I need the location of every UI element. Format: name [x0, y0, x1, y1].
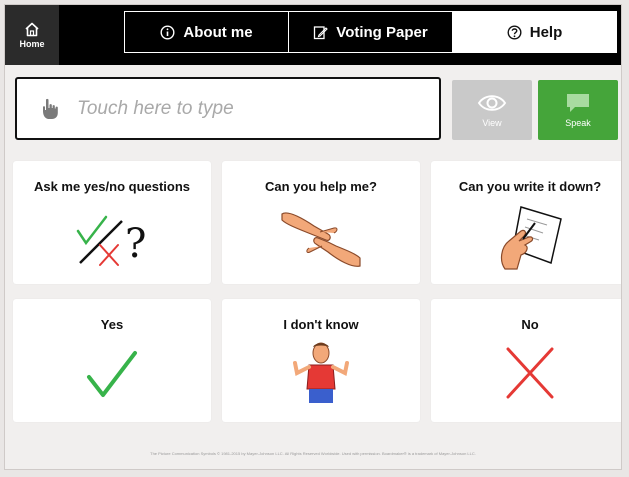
view-button[interactable]: View	[452, 80, 532, 140]
yes-no-question-icon: ?	[76, 215, 146, 267]
copyright-footer: The Picture Communication Symbols © 1981…	[150, 451, 476, 456]
eye-icon	[477, 94, 507, 111]
info-icon	[160, 24, 175, 40]
input-row: Touch here to type View Speak	[15, 77, 618, 145]
home-button[interactable]: Home	[5, 5, 59, 65]
tab-voting-paper-label: Voting Paper	[336, 23, 428, 41]
top-nav-bar: Home About me Voting Paper Help	[5, 5, 621, 65]
card-yes[interactable]: Yes	[13, 299, 211, 422]
card-no[interactable]: No	[431, 299, 621, 422]
writing-hand-icon	[500, 206, 562, 270]
card-label: Ask me yes/no questions	[33, 179, 191, 194]
tab-about-me-label: About me	[183, 23, 253, 41]
tab-bar: About me Voting Paper Help	[124, 11, 617, 53]
svg-text:?: ?	[125, 221, 146, 267]
helping-hands-icon	[281, 212, 361, 267]
home-label: Home	[19, 38, 45, 49]
text-input-box[interactable]: Touch here to type	[15, 77, 441, 140]
home-icon	[25, 22, 39, 36]
card-yes-no-questions[interactable]: Ask me yes/no questions ?	[13, 161, 211, 284]
card-label: I don't know	[283, 317, 359, 332]
tab-help-label: Help	[529, 23, 563, 41]
red-cross-icon	[506, 347, 554, 399]
card-label: Can you help me?	[265, 179, 377, 194]
tab-voting-paper[interactable]: Voting Paper	[289, 12, 453, 52]
speech-bubble-icon	[567, 94, 589, 112]
speak-label: Speak	[565, 118, 591, 128]
app-frame: Home About me Voting Paper Help Touch he…	[4, 4, 622, 470]
shrugging-person-icon	[293, 342, 349, 403]
tab-help[interactable]: Help	[453, 12, 616, 52]
question-icon	[507, 24, 522, 40]
card-can-you-write-it-down[interactable]: Can you write it down?	[431, 161, 621, 284]
tab-about-me[interactable]: About me	[125, 12, 289, 52]
green-check-icon	[87, 351, 137, 397]
card-label: No	[521, 317, 539, 332]
type-placeholder: Touch here to type	[77, 97, 234, 119]
speak-button[interactable]: Speak	[538, 80, 618, 140]
view-label: View	[482, 117, 502, 128]
card-can-you-help-me[interactable]: Can you help me?	[222, 161, 420, 284]
card-label: Yes	[100, 317, 124, 332]
edit-document-icon	[314, 25, 329, 39]
card-label: Can you write it down?	[458, 179, 602, 194]
touch-hand-icon	[43, 98, 58, 119]
card-i-dont-know[interactable]: I don't know	[222, 299, 420, 422]
